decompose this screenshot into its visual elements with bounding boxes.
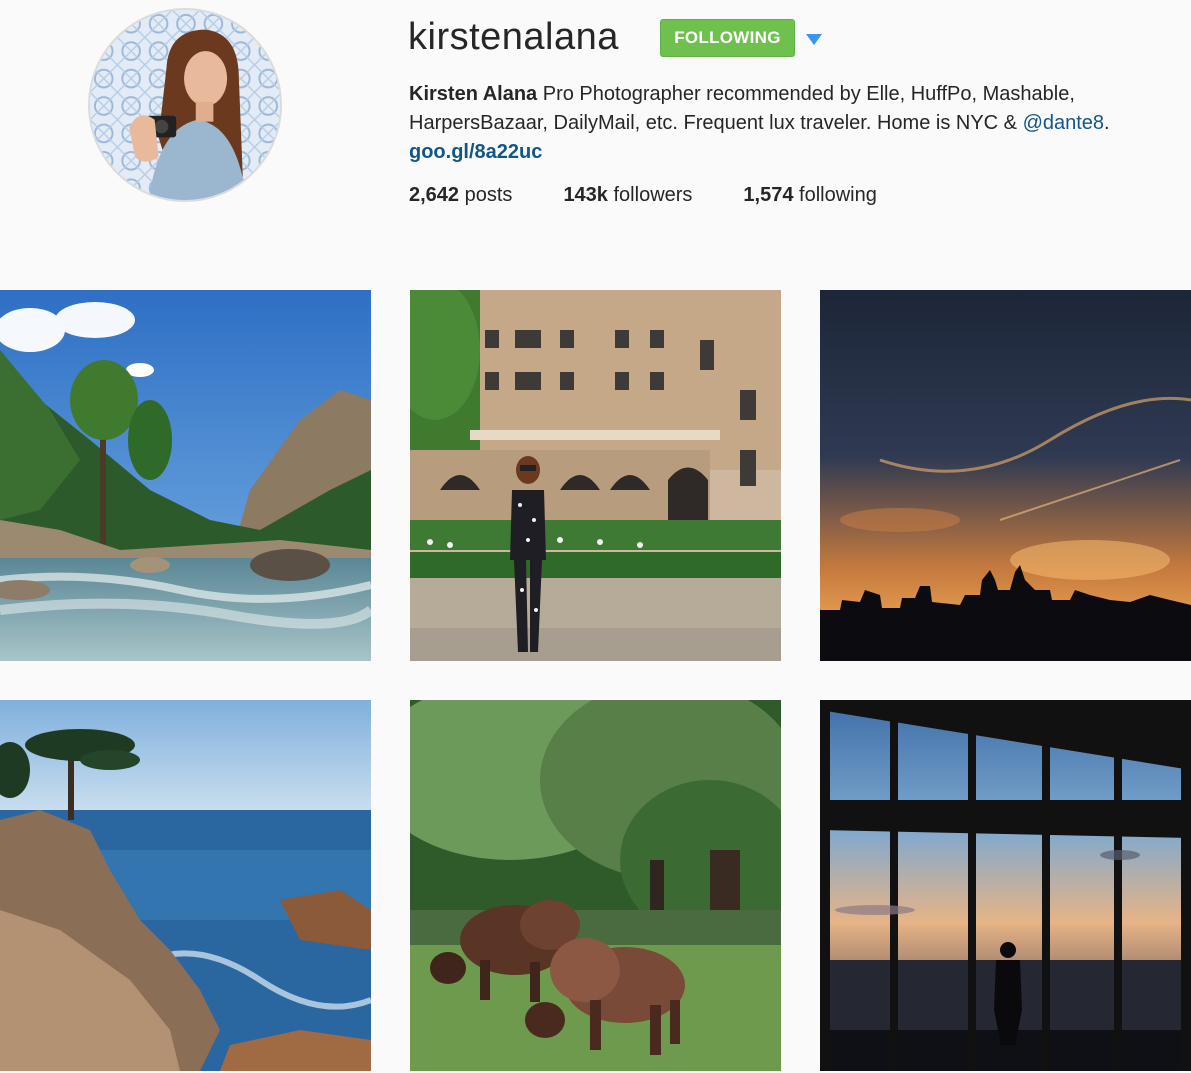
post-image — [820, 290, 1191, 661]
post-image — [0, 290, 371, 661]
post-image — [410, 290, 781, 661]
posts-stat: 2,642 posts — [409, 184, 512, 207]
post-image — [0, 700, 371, 1071]
followers-label: followers — [613, 184, 693, 206]
profile-avatar[interactable] — [88, 8, 282, 202]
following-button[interactable]: FOLLOWING — [660, 19, 795, 57]
profile-full-name: Kirsten Alana — [409, 83, 538, 105]
followers-count: 143k — [563, 184, 608, 206]
bio-end: . — [1104, 112, 1110, 134]
posts-count: 2,642 — [409, 184, 460, 206]
bio-mention-link[interactable]: @dante8 — [1023, 112, 1104, 134]
caret-down-icon[interactable] — [803, 28, 825, 50]
post-image — [820, 700, 1191, 1071]
following-count: 1,574 — [743, 184, 794, 206]
post-museum-natural-history[interactable] — [410, 290, 781, 661]
followers-stat[interactable]: 143k followers — [563, 184, 692, 207]
post-city-sunset-skyline[interactable] — [820, 290, 1191, 661]
following-stat[interactable]: 1,574 following — [743, 184, 876, 207]
following-label: following — [799, 184, 877, 206]
profile-username: kirstenalana — [408, 16, 619, 58]
profile-website-link[interactable]: goo.gl/8a22uc — [409, 141, 542, 163]
post-bison-grazing[interactable] — [410, 700, 781, 1071]
avatar-image — [90, 10, 280, 200]
posts-label: posts — [464, 184, 513, 206]
post-observation-window[interactable] — [820, 700, 1191, 1071]
post-coastal-cypress[interactable] — [0, 700, 371, 1071]
profile-stats: 2,642 posts 143k followers 1,574 followi… — [409, 184, 928, 207]
post-mountain-river[interactable] — [0, 290, 371, 661]
post-image — [410, 700, 781, 1071]
profile-bio: Kirsten Alana Pro Photographer recommend… — [409, 80, 1169, 167]
